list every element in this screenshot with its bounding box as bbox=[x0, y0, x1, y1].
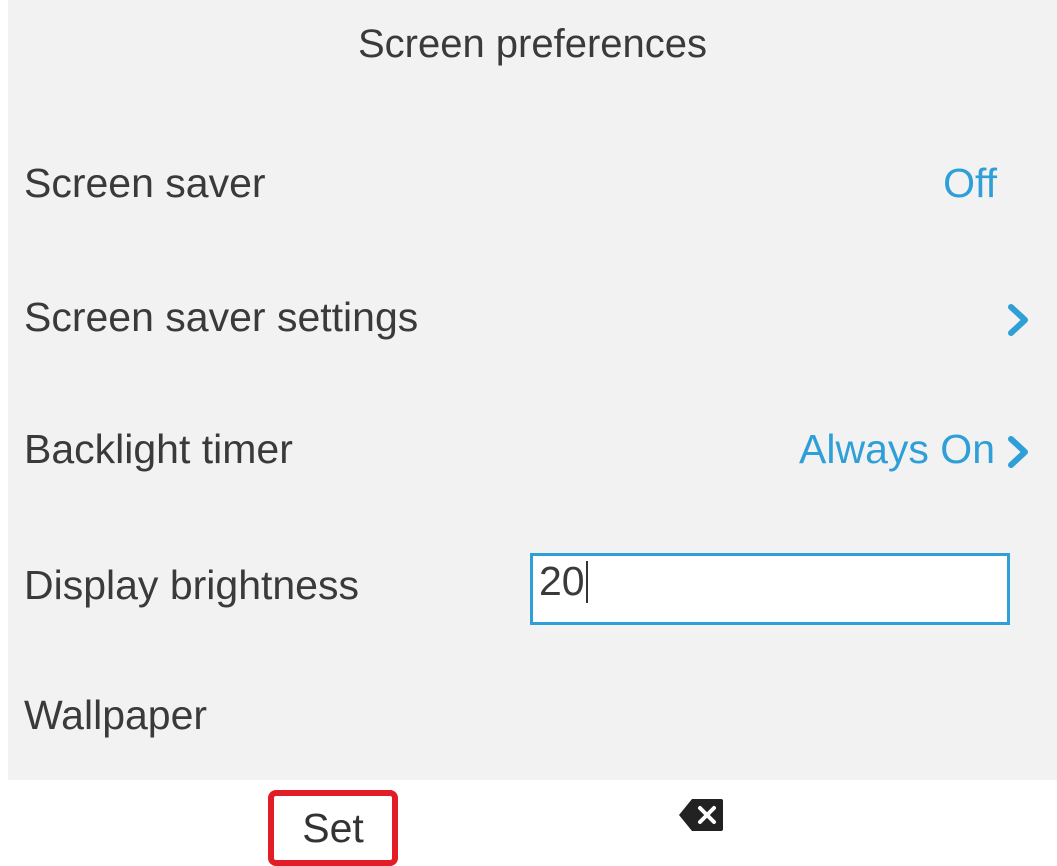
backlight-timer-label: Backlight timer bbox=[24, 426, 293, 472]
set-button[interactable]: Set bbox=[268, 790, 398, 866]
display-brightness-input[interactable]: 20 bbox=[530, 553, 1010, 625]
setting-row-wallpaper[interactable]: Wallpaper bbox=[8, 668, 1057, 768]
screen-saver-label: Screen saver bbox=[24, 160, 266, 206]
chevron-right-icon bbox=[1003, 302, 1033, 338]
text-caret bbox=[585, 561, 588, 603]
setting-row-screen-saver[interactable]: Screen saver Off bbox=[8, 136, 1057, 236]
wallpaper-label: Wallpaper bbox=[24, 692, 208, 738]
backspace-icon[interactable] bbox=[678, 798, 724, 832]
setting-row-screen-saver-settings[interactable]: Screen saver settings bbox=[8, 270, 1057, 370]
display-brightness-label: Display brightness bbox=[24, 562, 359, 608]
page-title: Screen preferences bbox=[357, 22, 708, 66]
screen-saver-settings-label: Screen saver settings bbox=[24, 294, 419, 340]
backlight-timer-value: Always On bbox=[799, 426, 995, 472]
phone-screen: Screen preferences Screen saver Off Scre… bbox=[8, 0, 1057, 780]
setting-row-backlight-timer[interactable]: Backlight timer Always On bbox=[8, 402, 1057, 502]
softkey-bar: Set bbox=[0, 780, 1057, 866]
display-brightness-value: 20 bbox=[539, 558, 585, 604]
screen-saver-value: Off bbox=[943, 160, 997, 206]
chevron-right-icon bbox=[1003, 434, 1033, 470]
